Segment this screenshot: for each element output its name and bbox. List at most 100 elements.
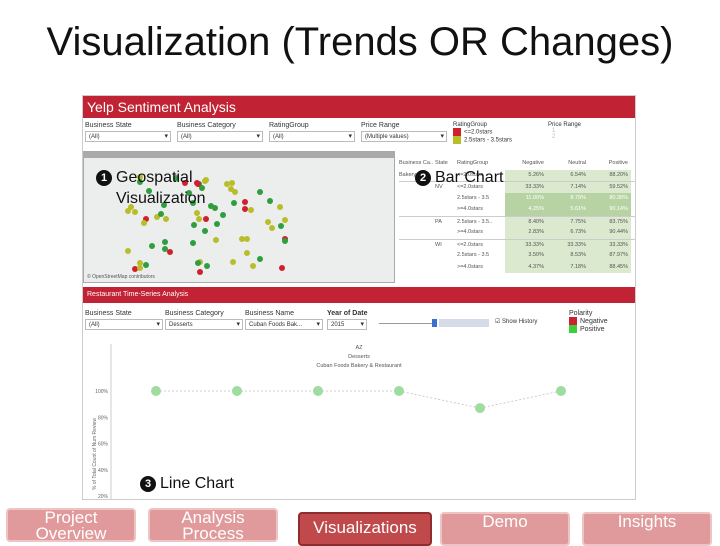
polarity-legend-item[interactable]: Positive [569, 325, 608, 333]
map-marker[interactable] [148, 242, 155, 249]
year-filter[interactable]: Year of Date 2015 [327, 310, 437, 330]
filter-ratinggroup[interactable]: RatingGroup (All) [269, 122, 355, 142]
map-attribution: © OpenStreetMap contributors [87, 274, 155, 280]
map-marker[interactable] [161, 239, 168, 246]
map-marker[interactable] [278, 264, 285, 271]
column-header[interactable]: Positive [589, 158, 631, 170]
map-marker[interactable] [167, 248, 174, 255]
filter-business-category[interactable]: Business Category Desserts [165, 310, 243, 330]
table-cell: WI [435, 241, 442, 248]
map-marker[interactable] [163, 216, 170, 223]
table-row[interactable]: PA 2.5stars - 3.5.. 8.40% 7.75% 83.75% [399, 215, 635, 227]
filter-label: RatingGroup [269, 122, 309, 129]
table-cell: >=4.0stars [457, 229, 483, 235]
legend-label: 2.5stars - 3.5stars [464, 137, 513, 144]
nav-button-analysis-process[interactable]: Analysis Process [148, 508, 278, 542]
map-marker[interactable] [203, 262, 210, 269]
map-marker[interactable] [190, 221, 197, 228]
map-marker[interactable] [220, 212, 227, 219]
table-cell [399, 240, 435, 251]
map-marker[interactable] [141, 219, 148, 226]
map-marker[interactable] [241, 198, 248, 205]
map-marker[interactable] [281, 216, 288, 223]
map-marker[interactable] [282, 237, 289, 244]
map-marker[interactable] [244, 250, 251, 257]
filter-select[interactable]: (All) [177, 131, 263, 142]
nav-button-project-overview[interactable]: Project Overview [6, 508, 136, 542]
table-row[interactable]: >=4.0stars 4.37% 7.18% 88.45% [399, 261, 635, 273]
table-cell: 2.5stars - 3.5.. [457, 218, 493, 225]
map-marker[interactable] [256, 256, 263, 263]
number-badge: 1 [96, 169, 112, 186]
filter-business-state[interactable]: Business State (All) [85, 310, 163, 330]
y-tick-label: 40% [98, 468, 109, 474]
filter-select[interactable]: (All) [85, 319, 163, 330]
filter-label: Business State [85, 310, 132, 317]
filter-label: Business Category [165, 310, 224, 317]
map-marker[interactable] [249, 263, 256, 270]
table-cell: 7.14% [547, 182, 589, 193]
price-item[interactable]: 2 [552, 134, 581, 140]
filter-business-state[interactable]: Business State (All) [85, 122, 171, 142]
filter-price-range[interactable]: Price Range (Multiple values) [361, 122, 447, 142]
filter-select[interactable]: (All) [85, 131, 171, 142]
table-cell: 33.33% [547, 239, 589, 250]
map-marker[interactable] [125, 247, 132, 254]
table-row[interactable]: >=4.0stars 2.83% 6.73% 90.44% [399, 227, 635, 239]
table-cell: 90.44% [589, 227, 631, 239]
data-point [394, 386, 404, 396]
slider-handle[interactable] [432, 319, 437, 327]
map-marker[interactable] [238, 235, 245, 242]
table-row[interactable]: 2.5stars - 3.5 11.00% 8.79% 80.30% [399, 192, 635, 205]
year-slider[interactable] [379, 323, 435, 324]
map-marker[interactable] [242, 205, 249, 212]
map-marker[interactable] [195, 260, 202, 267]
filter-label: Business Name [245, 310, 295, 317]
map-marker[interactable] [276, 204, 283, 211]
filter-select[interactable]: Desserts [165, 319, 243, 330]
table-cell: 33.33% [505, 239, 547, 250]
table-cell: 87.97% [589, 250, 631, 262]
nav-button-insights[interactable]: Insights [582, 512, 712, 546]
column-header[interactable]: Neutral [547, 158, 589, 170]
table-cell [435, 193, 457, 205]
map-marker[interactable] [203, 215, 210, 222]
map-marker[interactable] [267, 198, 274, 205]
table-row[interactable]: 2.5stars - 3.5 3.50% 8.53% 87.97% [399, 250, 635, 262]
slide-title: Visualization (Trends OR Changes) [46, 20, 674, 64]
map-marker[interactable] [229, 258, 236, 265]
map-marker[interactable] [213, 220, 220, 227]
table-row[interactable]: WI <=2.0stars 33.33% 33.33% 33.33% [399, 238, 635, 251]
map-marker[interactable] [202, 228, 209, 235]
filter-business-name[interactable]: Business Name Cuban Foods Bak... [245, 310, 323, 330]
filter-business-category[interactable]: Business Category (All) [177, 122, 263, 142]
map-marker[interactable] [189, 240, 196, 247]
map-marker[interactable] [197, 268, 204, 275]
annotation-geospatial: 1 Geospatial Visualization [96, 167, 236, 209]
map-marker[interactable] [277, 223, 284, 230]
rating-legend-item[interactable]: 2.5stars - 3.5stars [453, 136, 512, 144]
map-marker[interactable] [212, 237, 219, 244]
map-marker[interactable] [194, 209, 201, 216]
map-marker[interactable] [136, 264, 143, 271]
rating-legend-item[interactable]: <=2.0stars [453, 128, 512, 136]
column-header[interactable]: Negative [505, 158, 547, 170]
map-marker[interactable] [268, 224, 275, 231]
map-marker[interactable] [196, 215, 203, 222]
nav-button-visualizations[interactable]: Visualizations [298, 512, 432, 546]
filter-select[interactable]: (Multiple values) [361, 131, 447, 142]
filter-select[interactable]: Cuban Foods Bak... [245, 319, 323, 330]
polarity-legend-item[interactable]: Negative [569, 317, 608, 325]
map-marker[interactable] [256, 188, 263, 195]
playback-controls[interactable] [439, 319, 489, 327]
table-row[interactable]: >=4.0stars 4.25% 5.61% 90.14% [399, 204, 635, 216]
rating-legend: RatingGroup <=2.0stars 2.5stars - 3.5star… [453, 122, 512, 144]
map-marker[interactable] [247, 207, 254, 214]
map-marker[interactable] [143, 261, 150, 268]
filter-label: Business Category [177, 122, 236, 129]
show-history-checkbox[interactable]: ☑ Show History [495, 318, 537, 325]
year-select[interactable]: 2015 [327, 319, 367, 330]
nav-button-demo[interactable]: Demo [440, 512, 570, 546]
map-marker[interactable] [132, 208, 139, 215]
filter-select[interactable]: (All) [269, 131, 355, 142]
